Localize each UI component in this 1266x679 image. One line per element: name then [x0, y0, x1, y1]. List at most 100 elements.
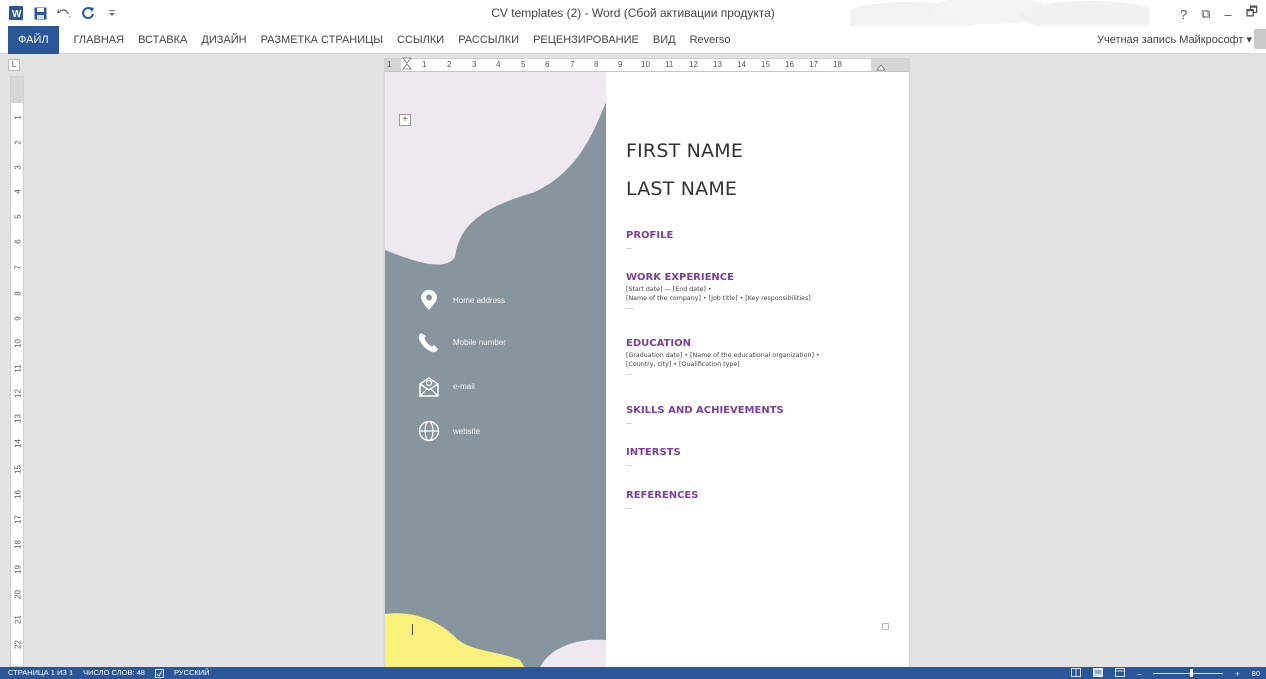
ruler-number: 18 [833, 60, 842, 69]
ruler-number: 6 [545, 60, 550, 69]
ruler-number: 20 [13, 590, 23, 599]
ribbon-tabs-bar: ФАЙЛ ГЛАВНАЯ ВСТАВКА ДИЗАЙН РАЗМЕТКА СТР… [0, 26, 1266, 54]
contact-email: e-mail [415, 372, 475, 400]
tab-view[interactable]: ВИД [646, 26, 683, 54]
cv-section-skills[interactable]: SKILLS AND ACHIEVEMENTS ... [626, 405, 896, 427]
ruler-top-margin [11, 77, 23, 103]
ruler-number: 2 [447, 60, 452, 69]
ruler-number: 4 [13, 189, 23, 194]
contact-label: e-mail [453, 381, 475, 391]
ruler-number: 12 [13, 389, 23, 398]
ruler-number: 16 [13, 490, 23, 499]
cv-section-work-experience[interactable]: WORK EXPERIENCE [Start date] — [End date… [626, 272, 896, 312]
tab-reverso[interactable]: Reverso [683, 26, 738, 54]
section-title: REFERENCES [626, 490, 699, 501]
ruler-number: 17 [809, 60, 818, 69]
ruler-number: 10 [13, 339, 23, 348]
help-button[interactable]: ? [1180, 7, 1187, 22]
zoom-track [1153, 673, 1224, 674]
cv-first-name[interactable]: FIRST NAME [626, 140, 743, 162]
ruler-number: 13 [13, 414, 23, 423]
read-mode-icon[interactable] [1071, 667, 1081, 679]
contact-website: website [415, 417, 480, 445]
vertical-ruler[interactable]: 1 2 3 4 5 6 7 8 9 10 11 12 13 14 15 16 1… [10, 76, 24, 667]
status-bar: СТРАНИЦА 1 ИЗ 1 ЧИСЛО СЛОВ: 48 РУССКИЙ –… [0, 667, 1266, 679]
section-title: SKILLS AND ACHIEVEMENTS [626, 405, 784, 416]
zoom-thumb[interactable] [1190, 669, 1194, 677]
ruler-number: 2 [13, 140, 23, 145]
ruler-number: 1 [422, 60, 427, 69]
section-line: .... [626, 304, 635, 311]
text-box-anchor[interactable] [882, 623, 889, 630]
account-menu[interactable]: Учетная запись Майкрософт ▾ [1097, 33, 1252, 46]
print-layout-icon[interactable] [1093, 667, 1103, 679]
maximize-button[interactable]: 🗗 [1246, 3, 1258, 25]
web-layout-icon[interactable] [1115, 667, 1125, 679]
proofing-icon[interactable] [155, 667, 164, 679]
tab-mailings[interactable]: РАССЫЛКИ [451, 26, 526, 54]
tab-references[interactable]: ССЫЛКИ [390, 26, 451, 54]
ribbon-display-options-button[interactable]: ⧉ [1201, 6, 1210, 22]
ruler-number: 1 [387, 60, 392, 69]
zoom-in-button[interactable]: + [1235, 669, 1239, 678]
contact-mobile-number: Mobile number [415, 328, 506, 356]
tab-review[interactable]: РЕЦЕНЗИРОВАНИЕ [526, 26, 646, 54]
table-move-handle[interactable]: + [399, 114, 411, 126]
tab-file[interactable]: ФАЙЛ [8, 26, 59, 54]
tab-design[interactable]: ДИЗАЙН [194, 26, 253, 54]
ruler-number: 5 [13, 214, 23, 219]
cv-last-name[interactable]: LAST NAME [626, 178, 737, 200]
zoom-out-button[interactable]: – [1137, 669, 1141, 678]
ruler-number: 15 [13, 465, 23, 474]
ruler-number: 13 [713, 60, 722, 69]
tab-insert[interactable]: ВСТАВКА [131, 26, 194, 54]
ruler-number: 19 [13, 565, 23, 574]
page-count-status[interactable]: СТРАНИЦА 1 ИЗ 1 [8, 667, 73, 679]
globe-icon [415, 417, 443, 445]
cv-section-interests[interactable]: INTERSTS ... [626, 447, 896, 469]
right-indent-marker-icon[interactable] [875, 59, 889, 73]
ruler-number: 3 [472, 60, 477, 69]
ruler-number: 18 [13, 540, 23, 549]
ruler-number: 8 [13, 291, 23, 296]
tab-layout[interactable]: РАЗМЕТКА СТРАНИЦЫ [254, 26, 390, 54]
cv-section-references[interactable]: REFERENCES ... [626, 490, 896, 512]
ruler-number: 11 [13, 364, 23, 373]
ruler-number: 11 [665, 60, 674, 69]
section-line: [Graduation date] • [Name of the educati… [626, 352, 820, 359]
section-title: EDUCATION [626, 338, 691, 349]
section-line: ... [626, 419, 633, 426]
ruler-number: 1 [13, 115, 23, 120]
ruler-number: 4 [496, 60, 501, 69]
section-line: [Start date] — [End date] • [626, 286, 712, 293]
tab-stop-selector[interactable]: L [8, 59, 20, 71]
ruler-number: 8 [594, 60, 599, 69]
cv-section-education[interactable]: EDUCATION [Graduation date] • [Name of t… [626, 338, 896, 378]
zoom-level[interactable]: 80 [1252, 669, 1260, 678]
ruler-number: 15 [761, 60, 770, 69]
ruler-number: 7 [570, 60, 575, 69]
contact-home-address: Home address [415, 286, 505, 314]
indent-marker-icon[interactable] [401, 57, 415, 71]
ruler-number: 16 [785, 60, 794, 69]
ruler-number: 22 [13, 640, 23, 649]
word-count-status[interactable]: ЧИСЛО СЛОВ: 48 [83, 667, 145, 679]
minimize-button[interactable]: – [1225, 7, 1232, 22]
location-pin-icon [415, 286, 443, 314]
section-title: PROFILE [626, 230, 674, 241]
cv-sidebar-background [385, 72, 606, 668]
contact-label: Home address [453, 295, 506, 305]
document-page[interactable]: + Home address Mobile number e-mail webs… [385, 72, 909, 668]
horizontal-ruler[interactable]: 1 1 2 3 4 5 6 7 8 9 10 11 12 13 14 15 16… [384, 57, 910, 73]
avatar[interactable] [1254, 29, 1266, 49]
section-line: [Country, city] • [Qualification type] [626, 361, 740, 368]
email-icon [415, 372, 443, 400]
ruler-number: 10 [641, 60, 650, 69]
cv-section-profile[interactable]: PROFILE ... [626, 230, 896, 252]
language-status[interactable]: РУССКИЙ [174, 667, 210, 679]
tab-home[interactable]: ГЛАВНАЯ [67, 26, 131, 54]
window-controls: ? ⧉ – 🗗 [1180, 3, 1258, 25]
zoom-slider[interactable] [1153, 667, 1224, 679]
section-title: INTERSTS [626, 447, 681, 458]
ruler-number: 14 [737, 60, 746, 69]
